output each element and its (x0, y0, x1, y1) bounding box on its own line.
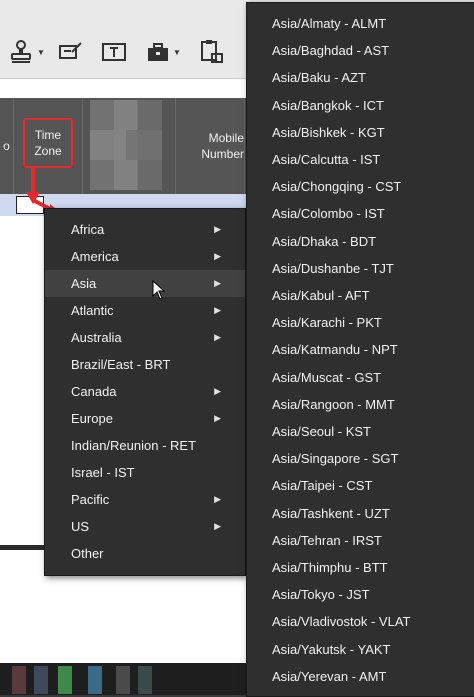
menu-item-time-zone[interactable]: Asia/Baghdad - AST (247, 37, 474, 64)
menu-item-time-zone[interactable]: Asia/Tokyo - JST (247, 581, 474, 608)
menu-item-region[interactable]: Indian/Reunion - RET (45, 432, 245, 459)
grid-bottom-border (0, 545, 48, 550)
menu-item-label: Africa (71, 222, 105, 237)
submenu-arrow-icon: ▶ (214, 224, 221, 234)
menu-item-label: Atlantic (71, 303, 114, 318)
submenu-arrow-icon: ▶ (214, 521, 221, 531)
menu-item-region[interactable]: Europe ▶ (45, 405, 245, 432)
menu-item-time-zone[interactable]: Asia/Katmandu - NPT (247, 336, 474, 363)
taskbar-app-icon[interactable] (116, 666, 130, 694)
chevron-down-icon: ▼ (37, 47, 45, 57)
menu-item-region[interactable]: Other (45, 540, 245, 567)
time-zone-cell-dropdown[interactable] (16, 196, 44, 214)
clipboard-button[interactable] (198, 36, 224, 68)
menu-item-region[interactable]: Asia ▶ (45, 270, 245, 297)
menu-item-time-zone[interactable]: Asia/Muscat - GST (247, 364, 474, 391)
menu-item-region[interactable]: Israel - IST (45, 459, 245, 486)
menu-item-time-zone[interactable]: Asia/Vladivostok - VLAT (247, 608, 474, 635)
menu-item-time-zone[interactable]: Asia/Bishkek - KGT (247, 119, 474, 146)
menu-item-label: Europe (71, 411, 113, 426)
menu-item-label: US (71, 519, 90, 534)
submenu-arrow-icon: ▶ (214, 251, 221, 261)
chevron-down-icon: ▼ (173, 47, 181, 57)
taskbar-app-icon[interactable] (88, 666, 102, 694)
menu-item-label: Canada (71, 384, 117, 399)
menu-item-time-zone[interactable]: Asia/Colombo - IST (247, 200, 474, 227)
menu-item-time-zone[interactable]: Asia/Bangkok - ICT (247, 92, 474, 119)
menu-item-label: Indian/Reunion - RET (71, 438, 197, 453)
menu-item-label: Other (71, 546, 104, 561)
asia-time-zone-submenu: Asia/Almaty - ALMT Asia/Baghdad - AST Asia… (246, 2, 474, 697)
menu-item-time-zone[interactable]: Asia/Rangoon - MMT (247, 391, 474, 418)
menu-item-time-zone[interactable]: Asia/Yakutsk - YAKT (247, 636, 474, 663)
submenu-arrow-icon: ▶ (214, 332, 221, 342)
time-zone-label-line1: Time (34, 128, 62, 142)
menu-item-time-zone[interactable]: Asia/Dushanbe - TJT (247, 255, 474, 282)
menu-item-time-zone[interactable]: Asia/Seoul - KST (247, 418, 474, 445)
menu-item-label: America (71, 249, 119, 264)
menu-item-time-zone[interactable]: Asia/Tashkent - UZT (247, 500, 474, 527)
edit-button[interactable] (58, 36, 84, 68)
submenu-arrow-icon: ▶ (214, 413, 221, 423)
time-zone-region-menu: Africa ▶ America ▶ Asia ▶ Atlantic ▶ Australia ▶ B… (44, 208, 246, 576)
redacted-column-image (90, 130, 162, 160)
submenu-arrow-icon: ▶ (214, 305, 221, 315)
clipboard-icon (201, 40, 223, 63)
menu-item-time-zone[interactable]: Asia/Chongqing - CST (247, 173, 474, 200)
menu-item-label: Brazil/East - BRT (71, 357, 171, 372)
stamp-button[interactable]: ▼ (8, 36, 45, 68)
menu-item-time-zone[interactable]: Asia/Dhaka - BDT (247, 228, 474, 255)
taskbar-app-icon[interactable] (58, 666, 72, 694)
menu-item-label: Pacific (71, 492, 110, 507)
menu-item-time-zone[interactable]: Asia/Yerevan - AMT (247, 663, 474, 690)
menu-item-time-zone[interactable]: Asia/Calcutta - IST (247, 146, 474, 173)
column-header-partial[interactable]: o (0, 98, 14, 194)
menu-item-region[interactable]: Pacific ▶ (45, 486, 245, 513)
menu-item-label: Australia (71, 330, 122, 345)
mobile-number-label-line1: Mobile (208, 131, 244, 145)
submenu-arrow-icon: ▶ (214, 278, 221, 288)
submenu-arrow-icon: ▶ (214, 494, 221, 504)
menu-item-region[interactable]: Atlantic ▶ (45, 297, 245, 324)
taskbar-app-icon[interactable] (34, 666, 48, 694)
menu-item-label: Israel - IST (71, 465, 135, 480)
menu-item-region[interactable]: US ▶ (45, 513, 245, 540)
menu-item-time-zone[interactable]: Asia/Thimphu - BTT (247, 554, 474, 581)
menu-item-time-zone[interactable]: Asia/Kabul - AFT (247, 282, 474, 309)
taskbar-app-icon[interactable] (138, 666, 152, 694)
menu-item-time-zone[interactable]: Asia/Almaty - ALMT (247, 10, 474, 37)
column-header-label: o (3, 139, 10, 153)
stamp-icon (11, 40, 31, 63)
text-field-icon (102, 43, 126, 61)
briefcase-button[interactable]: ▼ (146, 36, 181, 68)
edit-icon (59, 42, 82, 59)
text-field-button[interactable] (102, 36, 126, 68)
menu-item-region[interactable]: Brazil/East - BRT (45, 351, 245, 378)
menu-item-region[interactable]: America ▶ (45, 243, 245, 270)
submenu-arrow-icon: ▶ (214, 386, 221, 396)
menu-item-time-zone[interactable]: Asia/Singapore - SGT (247, 445, 474, 472)
menu-item-region[interactable]: Africa ▶ (45, 216, 245, 243)
mouse-cursor-icon (152, 280, 166, 300)
menu-item-time-zone[interactable]: Asia/Tehran - IRST (247, 527, 474, 554)
time-zone-label-line2: Zone (34, 144, 62, 158)
taskbar-app-icon[interactable] (12, 666, 26, 694)
menu-item-time-zone[interactable]: Asia/Baku - AZT (247, 64, 474, 91)
briefcase-icon (148, 43, 168, 61)
menu-item-region[interactable]: Canada ▶ (45, 378, 245, 405)
menu-item-label: Asia (71, 276, 97, 291)
column-header-mobile-number[interactable]: Mobile Number (176, 98, 245, 194)
mobile-number-label-line2: Number (201, 147, 244, 161)
menu-item-time-zone[interactable]: Asia/Taipei - CST (247, 472, 474, 499)
menu-item-region[interactable]: Australia ▶ (45, 324, 245, 351)
time-zone-header-highlight: Time Zone (23, 118, 73, 168)
menu-item-time-zone[interactable]: Asia/Karachi - PKT (247, 309, 474, 336)
